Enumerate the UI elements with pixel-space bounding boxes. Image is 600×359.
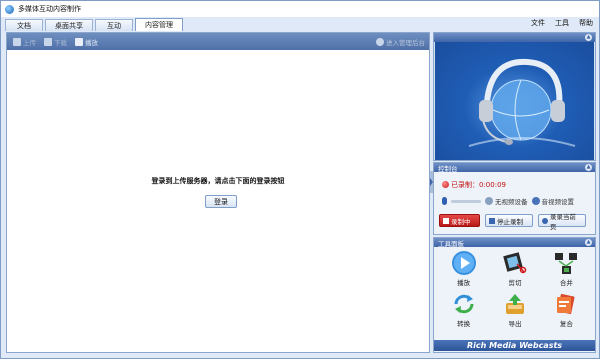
- download-label: 下载: [54, 38, 67, 47]
- control-header: 控制台 ▲: [434, 163, 595, 173]
- login-button[interactable]: 登录: [205, 195, 237, 208]
- tools-panel: 工具面板 ▲ 播放 剪切 合并 转换 导出 复合 Rich Media Webc…: [433, 237, 596, 353]
- app-window: 多媒体互动内容制作 文件 工具 帮助 文档 桌面共享 互动 内容管理 上传 下载…: [0, 0, 600, 359]
- tool-cut[interactable]: 剪切: [489, 250, 540, 287]
- tools-title: 工具面板: [438, 239, 464, 248]
- admin-link[interactable]: 进入管理后台: [376, 33, 425, 50]
- merge-icon: [555, 253, 578, 274]
- gear-icon: [531, 197, 540, 205]
- record-status-text: 已录制：0:00:09: [451, 181, 506, 189]
- tool-play[interactable]: 播放: [438, 250, 489, 287]
- menu-bar: 文件 工具 帮助: [531, 17, 593, 29]
- menu-help[interactable]: 帮助: [579, 18, 593, 28]
- volume-slider[interactable]: [451, 199, 481, 203]
- play-icon: [451, 251, 476, 275]
- no-video-label: 无视频设备: [495, 198, 528, 206]
- brand-banner: Rich Media Webcasts: [434, 340, 595, 351]
- window-title: 多媒体互动内容制作: [18, 5, 81, 13]
- microphone-icon: [442, 197, 447, 205]
- play-icon: [75, 37, 83, 46]
- camera-icon: [485, 197, 493, 205]
- content-toolbar: 上传 下载 播放 进入管理后台: [7, 33, 429, 50]
- export-icon: [505, 294, 524, 314]
- app-logo-icon: [5, 4, 14, 14]
- tab-interact[interactable]: 互动: [95, 19, 133, 31]
- tools-grid: 播放 剪切 合并 转换 导出 复合: [438, 250, 592, 328]
- admin-label: 进入管理后台: [386, 38, 425, 47]
- preview-image: [435, 42, 594, 160]
- no-video-device[interactable]: 无视频设备: [485, 196, 528, 206]
- av-settings-label: 音视频设置: [541, 198, 575, 206]
- menu-file[interactable]: 文件: [531, 18, 545, 28]
- recording-label: 录制中: [451, 217, 471, 226]
- record-page-button[interactable]: 录录当前页: [538, 213, 586, 231]
- upload-icon: [13, 37, 21, 46]
- control-panel: 控制台 ▲ 已录制：0:00:09 无视频设备 音视频设置 录制中 停止录制 录…: [433, 162, 596, 235]
- login-message: 登录到上传服务器，请点击下面的登录按钮: [151, 177, 285, 185]
- recording-button[interactable]: 录制中: [439, 214, 480, 227]
- record-page-icon: [542, 217, 548, 224]
- tool-convert-label: 转换: [457, 320, 471, 328]
- admin-user-icon: [376, 37, 384, 46]
- tool-composite[interactable]: 复合: [541, 291, 592, 328]
- control-collapse-icon[interactable]: ▲: [585, 164, 592, 171]
- upload-label: 上传: [23, 38, 36, 47]
- preview-header: ▲: [434, 33, 595, 42]
- record-buttons: 录制中 停止录制 录录当前页: [439, 213, 586, 231]
- tool-export[interactable]: 导出: [489, 291, 540, 328]
- convert-icon: [454, 294, 474, 314]
- tools-collapse-icon[interactable]: ▲: [585, 239, 592, 246]
- tool-composite-label: 复合: [559, 320, 573, 328]
- content-pane: 上传 下载 播放 进入管理后台 登录到上传服务器，请点击下面的登录按钮 登录: [6, 32, 430, 353]
- record-dot-icon: [442, 181, 449, 188]
- tab-desktop-share[interactable]: 桌面共享: [45, 19, 93, 31]
- tool-merge-label: 合并: [559, 279, 573, 287]
- title-bar: 多媒体互动内容制作: [1, 1, 599, 17]
- download-icon: [44, 37, 52, 46]
- composite-icon: [557, 293, 575, 315]
- control-title: 控制台: [438, 164, 458, 173]
- av-settings[interactable]: 音视频设置: [531, 196, 575, 206]
- tool-cut-label: 剪切: [508, 279, 522, 287]
- menu-tools[interactable]: 工具: [555, 18, 569, 28]
- tool-play-label: 播放: [457, 279, 471, 287]
- tool-convert[interactable]: 转换: [438, 291, 489, 328]
- record-status: 已录制：0:00:09: [442, 180, 506, 190]
- record-page-label: 录录当前页: [549, 212, 576, 231]
- collapse-icon[interactable]: ▲: [585, 34, 592, 41]
- scissors-film-icon: [503, 252, 527, 274]
- play-button[interactable]: 播放: [75, 37, 98, 47]
- tab-document[interactable]: 文档: [5, 19, 43, 31]
- preview-panel: ▲: [433, 32, 596, 161]
- audio-row: 无视频设备 音视频设置: [442, 196, 594, 206]
- tab-content-manage[interactable]: 内容管理: [135, 18, 183, 31]
- globe-headset-icon: [468, 58, 576, 147]
- pause-icon: [443, 217, 449, 224]
- stop-icon: [489, 217, 495, 224]
- play-label: 播放: [85, 38, 98, 47]
- upload-button[interactable]: 上传: [13, 37, 36, 47]
- tab-bar: 文档 桌面共享 互动 内容管理: [5, 18, 183, 31]
- stop-label: 停止录制: [497, 217, 523, 226]
- download-button[interactable]: 下载: [44, 37, 67, 47]
- stop-record-button[interactable]: 停止录制: [485, 214, 533, 227]
- tools-header: 工具面板 ▲: [434, 238, 595, 248]
- tool-merge[interactable]: 合并: [541, 250, 592, 287]
- tool-export-label: 导出: [508, 320, 522, 328]
